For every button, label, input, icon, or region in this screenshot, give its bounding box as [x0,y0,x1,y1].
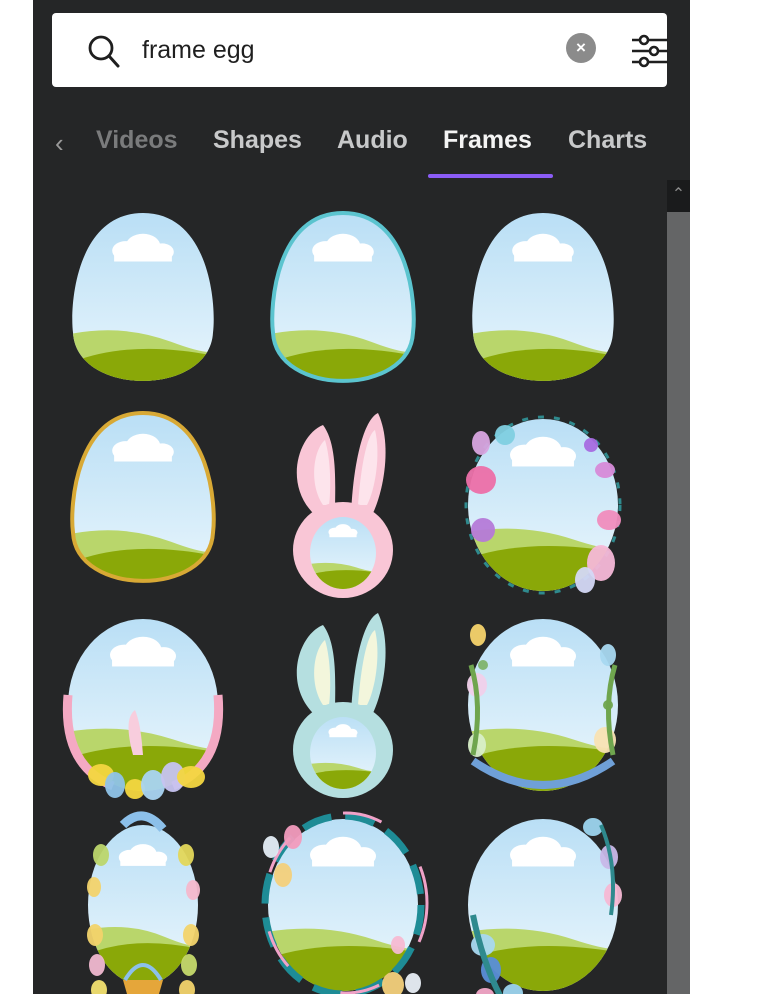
clear-search-button[interactable]: × [566,33,596,63]
teal-outline-egg-frame [270,210,416,383]
blue-bunny-ears-frame [293,613,393,798]
frame-item[interactable] [243,405,443,601]
search-input[interactable] [142,31,542,69]
tab-charts[interactable]: Charts [568,126,647,155]
frame-item[interactable] [443,205,643,401]
teal-wreath-oval-frame [261,811,429,994]
tab-audio[interactable]: Audio [337,126,408,155]
active-tab-indicator [428,174,553,178]
frame-item[interactable] [243,205,443,401]
frame-item[interactable] [443,805,643,994]
plain-egg-frame-2 [472,213,614,381]
frame-item[interactable] [43,405,243,601]
tab-shapes[interactable]: Shapes [213,126,302,155]
floral-oval-frame [464,415,622,595]
filter-settings-icon[interactable] [630,33,670,69]
frame-item[interactable] [443,605,643,801]
tab-videos[interactable]: Videos [96,126,178,155]
scrollbar[interactable]: ⌃ [667,180,690,994]
tab-frames[interactable]: Frames [443,126,532,155]
frame-item[interactable] [243,805,443,994]
search-bar: × [52,13,670,87]
chicks-and-eggs-oval-frame [62,619,224,800]
frame-item[interactable] [43,805,243,994]
category-tabs: ‹ Videos Shapes Audio Frames Charts [33,110,690,180]
close-icon: × [576,38,586,57]
pink-bunny-ears-frame [293,413,393,598]
frame-item[interactable] [43,605,243,801]
scroll-up-button[interactable]: ⌃ [667,180,690,210]
search-panel: × ‹ Videos Shapes Audio Frames Charts [33,0,690,994]
search-icon [88,35,120,68]
plain-egg-frame [72,213,214,381]
frame-item[interactable] [43,205,243,401]
frame-item[interactable] [243,605,443,801]
scroll-thumb[interactable] [667,212,690,994]
frames-grid [33,200,667,994]
gold-outline-egg-frame [70,410,216,583]
leafy-eggs-oval-frame [467,619,618,791]
frame-item[interactable] [443,405,643,601]
bunny-basket-egg-frame [87,811,200,994]
blue-floral-oval-frame [468,818,622,994]
tabs-scroll-left-button[interactable]: ‹ [55,128,64,159]
